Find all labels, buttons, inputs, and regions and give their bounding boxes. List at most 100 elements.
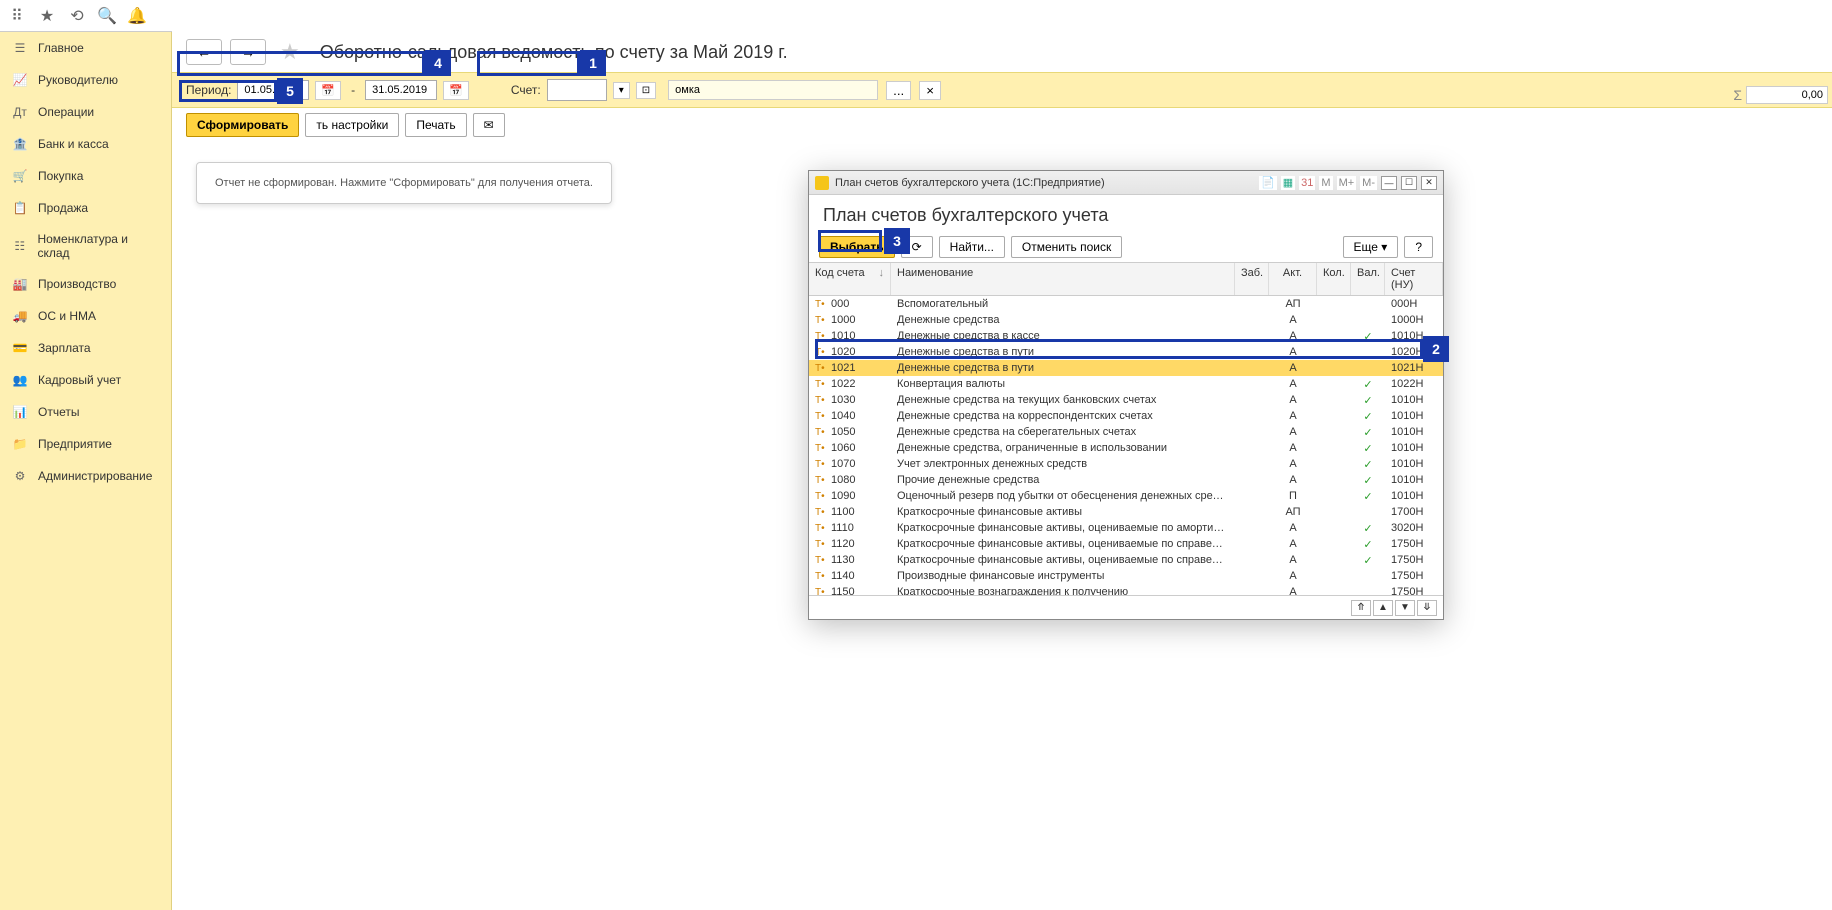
org-ellipsis-button[interactable]: ... [886,81,911,100]
bell-icon[interactable]: 🔔 [128,7,146,25]
m-button[interactable]: M [1319,176,1332,190]
date-to-input[interactable] [365,80,437,100]
help-button[interactable]: ? [1404,236,1433,258]
sidebar-item-10[interactable]: 👥Кадровый учет [0,364,171,396]
cal-icon[interactable]: 31 [1299,176,1315,190]
sidebar-label-4: Покупка [38,169,83,183]
table-row[interactable]: T•1120Краткосрочные финансовые активы, о… [809,536,1443,552]
col-val[interactable]: Вал. [1351,263,1385,295]
print-button[interactable]: Печать [405,113,466,137]
table-icon[interactable]: ▦ [1281,176,1295,190]
find-button[interactable]: Найти... [939,236,1005,258]
period-dash: - [351,83,355,97]
sidebar-item-8[interactable]: 🚚ОС и НМА [0,300,171,332]
mail-button[interactable]: ✉ [473,113,505,137]
sidebar-icon-8: 🚚 [12,308,28,324]
table-row[interactable]: T•1070Учет электронных денежных средствА… [809,456,1443,472]
settings-button[interactable]: ть настройки [305,113,399,137]
table-row[interactable]: T•000ВспомогательныйАП000Н [809,296,1443,312]
sidebar-label-12: Предприятие [38,437,112,451]
sidebar-item-13[interactable]: ⚙ Администрирование [0,460,171,492]
account-dropdown-icon[interactable]: ▾ [613,82,630,99]
col-name[interactable]: Наименование [891,263,1235,295]
sidebar-icon-5: 📋 [12,200,28,216]
sidebar-item-4[interactable]: 🛒Покупка [0,160,171,192]
sidebar-label-13: Администрирование [38,469,152,483]
col-zab[interactable]: Заб. [1235,263,1269,295]
callout-3: 3 [884,228,910,254]
table-row[interactable]: T•1060Денежные средства, ограниченные в … [809,440,1443,456]
sidebar-item-7[interactable]: 🏭Производство [0,268,171,300]
header-bar: ← → ★ Оборотно-сальдовая ведомость по сч… [172,32,1832,72]
nav-first-icon[interactable]: ⤊ [1351,600,1371,616]
sidebar-label-10: Кадровый учет [38,373,121,387]
cancel-find-button[interactable]: Отменить поиск [1011,236,1122,258]
forward-button[interactable]: → [230,39,266,65]
back-button[interactable]: ← [186,39,222,65]
col-akt[interactable]: Акт. [1269,263,1317,295]
table-row[interactable]: T•1140Производные финансовые инструменты… [809,568,1443,584]
sidebar-icon-6: ☷ [12,238,27,254]
sigma-value[interactable] [1746,86,1828,104]
table-rows: T•000ВспомогательныйАП000НT•1000Денежные… [809,296,1443,595]
m-minus-button[interactable]: M- [1360,176,1377,190]
sidebar-label-11: Отчеты [38,405,79,419]
calendar-from-icon[interactable]: 📅 [315,81,341,100]
sidebar-icon-1: 📈 [12,72,28,88]
table-row[interactable]: T•1022Конвертация валютыА✓1022Н [809,376,1443,392]
table-row[interactable]: T•1010Денежные средства в кассеА✓1010Н [809,328,1443,344]
favorite-star-icon[interactable]: ★ [280,39,300,65]
maximize-icon[interactable]: ☐ [1401,176,1417,190]
org-clear-button[interactable]: × [919,81,941,100]
account-open-icon[interactable]: ⊡ [636,82,656,99]
table-row[interactable]: T•1050Денежные средства на сберегательны… [809,424,1443,440]
table-row[interactable]: T•1090Оценочный резерв под убытки от обе… [809,488,1443,504]
minimize-icon[interactable]: — [1381,176,1397,190]
organization-input[interactable] [668,80,878,100]
sidebar-label-7: Производство [38,277,116,291]
search-icon[interactable]: 🔍 [98,7,116,25]
table-row[interactable]: T•1110Краткосрочные финансовые активы, о… [809,520,1443,536]
history-icon[interactable]: ⟲ [68,7,86,25]
table-row[interactable]: T•1100Краткосрочные финансовые активыАП1… [809,504,1443,520]
table-row[interactable]: T•1080Прочие денежные средстваА✓1010Н [809,472,1443,488]
table-row[interactable]: T•1030Денежные средства на текущих банко… [809,392,1443,408]
table-row[interactable]: T•1040Денежные средства на корреспондент… [809,408,1443,424]
generate-button[interactable]: Сформировать [186,113,299,137]
m-plus-button[interactable]: M+ [1337,176,1357,190]
sidebar-item-11[interactable]: 📊Отчеты [0,396,171,428]
table-row[interactable]: T•1130Краткосрочные финансовые активы, о… [809,552,1443,568]
close-icon[interactable]: ✕ [1421,176,1437,190]
calc-icon[interactable]: 📄 [1259,176,1277,190]
sidebar-item-12[interactable]: 📁Предприятие [0,428,171,460]
sidebar-icon-2: Дт [12,104,28,120]
account-select[interactable] [547,79,607,101]
account-label: Счет: [511,83,541,97]
sidebar-item-3[interactable]: 🏦Банк и касса [0,128,171,160]
nav-up-icon[interactable]: ▲ [1373,600,1393,616]
sidebar-item-1[interactable]: 📈Руководителю [0,64,171,96]
col-code[interactable]: Код счета ↓ [809,263,891,295]
sidebar-item-6[interactable]: ☷ Номенклатура и склад [0,224,171,268]
table-row[interactable]: T•1150Краткосрочные вознаграждения к пол… [809,584,1443,595]
modal-heading: План счетов бухгалтерского учета [823,205,1429,226]
apps-icon[interactable]: ⠿ [8,7,26,25]
col-nu[interactable]: Счет (НУ) [1385,263,1443,295]
nav-last-icon[interactable]: ⤋ [1417,600,1437,616]
table-row[interactable]: T•1021Денежные средства в путиА1021Н [809,360,1443,376]
sidebar-item-2[interactable]: ДтОперации [0,96,171,128]
more-button[interactable]: Еще ▾ [1343,236,1399,258]
sidebar-label-5: Продажа [38,201,88,215]
sidebar-item-0[interactable]: ☰Главное [0,32,171,64]
sidebar-label-6: Номенклатура и склад [37,232,159,260]
calendar-to-icon[interactable]: 📅 [443,81,469,100]
sidebar-icon-13: ⚙ [12,468,28,484]
sidebar-item-5[interactable]: 📋 Продажа [0,192,171,224]
col-kol[interactable]: Кол. [1317,263,1351,295]
star-icon[interactable]: ★ [38,7,56,25]
sidebar-item-9[interactable]: 💳Зарплата [0,332,171,364]
table-row[interactable]: T•1000Денежные средстваА1000Н [809,312,1443,328]
table-row[interactable]: T•1020Денежные средства в путиА1020Н [809,344,1443,360]
nav-down-icon[interactable]: ▼ [1395,600,1415,616]
sidebar-label-9: Зарплата [38,341,91,355]
